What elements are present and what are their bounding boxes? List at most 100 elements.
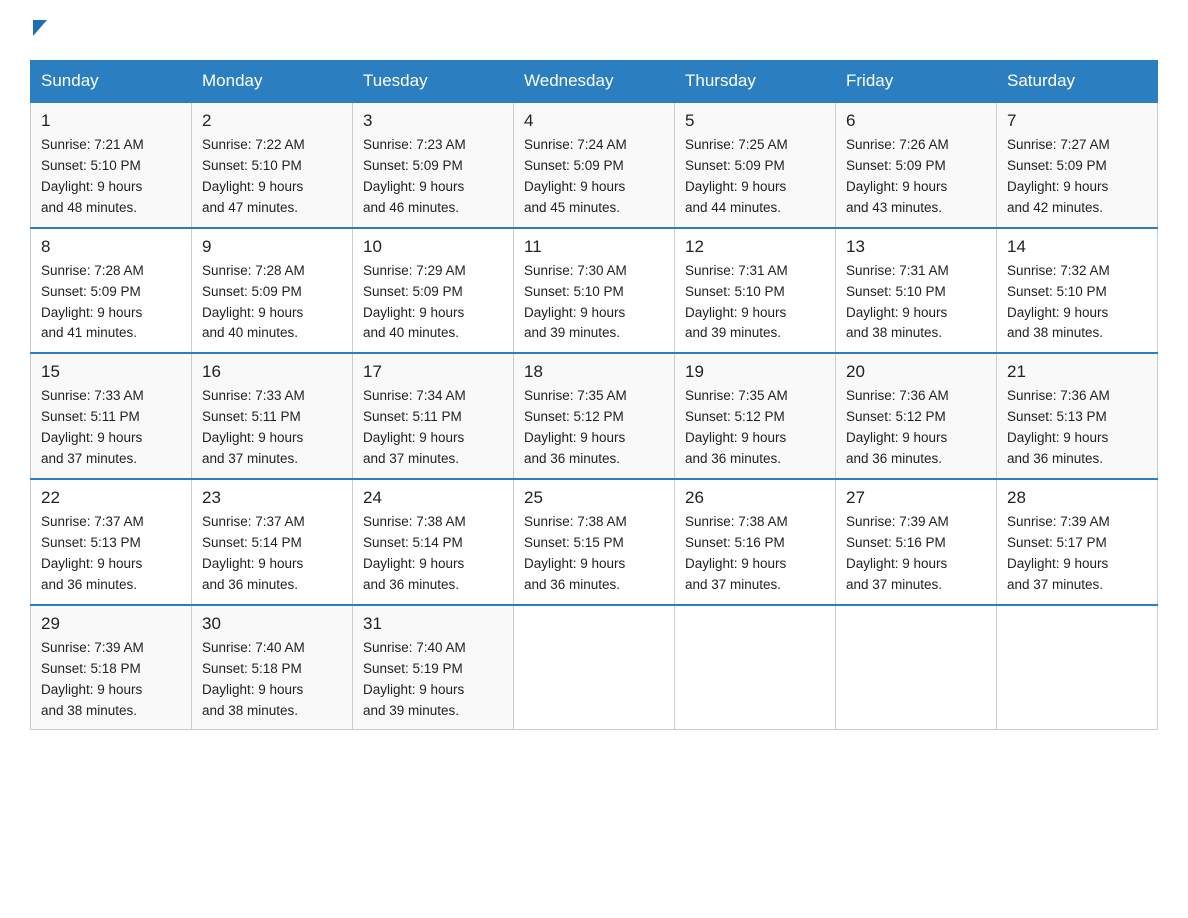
calendar-cell: 24 Sunrise: 7:38 AMSunset: 5:14 PMDayligh… — [353, 479, 514, 605]
calendar-cell: 16 Sunrise: 7:33 AMSunset: 5:11 PMDayligh… — [192, 353, 353, 479]
calendar-cell — [514, 605, 675, 730]
day-info: Sunrise: 7:35 AMSunset: 5:12 PMDaylight:… — [685, 386, 825, 470]
calendar-week-row: 8Sunrise: 7:28 AMSunset: 5:09 PMDaylight… — [31, 228, 1158, 354]
day-number: 20 — [846, 362, 986, 382]
day-number: 4 — [524, 111, 664, 131]
day-info: Sunrise: 7:35 AMSunset: 5:12 PMDaylight:… — [524, 386, 664, 470]
day-info: Sunrise: 7:33 AMSunset: 5:11 PMDaylight:… — [41, 386, 181, 470]
day-number: 7 — [1007, 111, 1147, 131]
day-number: 23 — [202, 488, 342, 508]
day-number: 11 — [524, 237, 664, 257]
calendar-body: 1 Sunrise: 7:21 AMSunset: 5:10 PMDaylight… — [31, 102, 1158, 730]
logo-arrow-icon — [33, 20, 47, 36]
day-info: Sunrise: 7:38 AMSunset: 5:14 PMDaylight:… — [363, 512, 503, 596]
calendar-cell: 8Sunrise: 7:28 AMSunset: 5:09 PMDaylight… — [31, 228, 192, 354]
day-info: Sunrise: 7:21 AMSunset: 5:10 PMDaylight:… — [41, 135, 181, 219]
day-info: Sunrise: 7:33 AMSunset: 5:11 PMDaylight:… — [202, 386, 342, 470]
day-info: Sunrise: 7:39 AMSunset: 5:18 PMDaylight:… — [41, 638, 181, 722]
day-info: Sunrise: 7:28 AMSunset: 5:09 PMDaylight:… — [202, 261, 342, 345]
calendar-cell: 14 Sunrise: 7:32 AMSunset: 5:10 PMDayligh… — [997, 228, 1158, 354]
day-info: Sunrise: 7:39 AMSunset: 5:16 PMDaylight:… — [846, 512, 986, 596]
header-cell-tuesday: Tuesday — [353, 61, 514, 103]
calendar-cell — [836, 605, 997, 730]
day-number: 26 — [685, 488, 825, 508]
day-info: Sunrise: 7:39 AMSunset: 5:17 PMDaylight:… — [1007, 512, 1147, 596]
header-cell-monday: Monday — [192, 61, 353, 103]
day-info: Sunrise: 7:29 AMSunset: 5:09 PMDaylight:… — [363, 261, 503, 345]
day-info: Sunrise: 7:28 AMSunset: 5:09 PMDaylight:… — [41, 261, 181, 345]
day-number: 1 — [41, 111, 181, 131]
day-number: 12 — [685, 237, 825, 257]
calendar-cell: 9 Sunrise: 7:28 AMSunset: 5:09 PMDaylight… — [192, 228, 353, 354]
calendar-week-row: 1 Sunrise: 7:21 AMSunset: 5:10 PMDaylight… — [31, 102, 1158, 228]
day-number: 6 — [846, 111, 986, 131]
calendar-cell: 23 Sunrise: 7:37 AMSunset: 5:14 PMDayligh… — [192, 479, 353, 605]
day-number: 15 — [41, 362, 181, 382]
day-number: 25 — [524, 488, 664, 508]
calendar-cell: 10 Sunrise: 7:29 AMSunset: 5:09 PMDayligh… — [353, 228, 514, 354]
day-info: Sunrise: 7:23 AMSunset: 5:09 PMDaylight:… — [363, 135, 503, 219]
logo — [30, 20, 47, 42]
header-cell-thursday: Thursday — [675, 61, 836, 103]
calendar-cell: 1 Sunrise: 7:21 AMSunset: 5:10 PMDaylight… — [31, 102, 192, 228]
calendar-cell — [675, 605, 836, 730]
day-number: 31 — [363, 614, 503, 634]
calendar-cell: 12 Sunrise: 7:31 AMSunset: 5:10 PMDayligh… — [675, 228, 836, 354]
day-info: Sunrise: 7:30 AMSunset: 5:10 PMDaylight:… — [524, 261, 664, 345]
day-info: Sunrise: 7:40 AMSunset: 5:18 PMDaylight:… — [202, 638, 342, 722]
day-number: 21 — [1007, 362, 1147, 382]
calendar-table: SundayMondayTuesdayWednesdayThursdayFrid… — [30, 60, 1158, 730]
day-info: Sunrise: 7:24 AMSunset: 5:09 PMDaylight:… — [524, 135, 664, 219]
day-number: 18 — [524, 362, 664, 382]
day-info: Sunrise: 7:31 AMSunset: 5:10 PMDaylight:… — [685, 261, 825, 345]
calendar-cell: 17Sunrise: 7:34 AMSunset: 5:11 PMDayligh… — [353, 353, 514, 479]
day-info: Sunrise: 7:38 AMSunset: 5:16 PMDaylight:… — [685, 512, 825, 596]
day-number: 22 — [41, 488, 181, 508]
day-number: 19 — [685, 362, 825, 382]
calendar-cell: 2 Sunrise: 7:22 AMSunset: 5:10 PMDaylight… — [192, 102, 353, 228]
header-cell-friday: Friday — [836, 61, 997, 103]
day-number: 16 — [202, 362, 342, 382]
calendar-cell: 19 Sunrise: 7:35 AMSunset: 5:12 PMDayligh… — [675, 353, 836, 479]
calendar-header: SundayMondayTuesdayWednesdayThursdayFrid… — [31, 61, 1158, 103]
day-number: 10 — [363, 237, 503, 257]
calendar-cell: 27 Sunrise: 7:39 AMSunset: 5:16 PMDayligh… — [836, 479, 997, 605]
calendar-cell — [997, 605, 1158, 730]
day-number: 13 — [846, 237, 986, 257]
day-info: Sunrise: 7:32 AMSunset: 5:10 PMDaylight:… — [1007, 261, 1147, 345]
calendar-cell: 21Sunrise: 7:36 AMSunset: 5:13 PMDayligh… — [997, 353, 1158, 479]
day-info: Sunrise: 7:27 AMSunset: 5:09 PMDaylight:… — [1007, 135, 1147, 219]
calendar-week-row: 22 Sunrise: 7:37 AMSunset: 5:13 PMDayligh… — [31, 479, 1158, 605]
day-info: Sunrise: 7:25 AMSunset: 5:09 PMDaylight:… — [685, 135, 825, 219]
calendar-cell: 31 Sunrise: 7:40 AMSunset: 5:19 PMDayligh… — [353, 605, 514, 730]
day-info: Sunrise: 7:22 AMSunset: 5:10 PMDaylight:… — [202, 135, 342, 219]
calendar-cell: 4 Sunrise: 7:24 AMSunset: 5:09 PMDaylight… — [514, 102, 675, 228]
header-cell-wednesday: Wednesday — [514, 61, 675, 103]
day-info: Sunrise: 7:37 AMSunset: 5:13 PMDaylight:… — [41, 512, 181, 596]
calendar-cell: 18 Sunrise: 7:35 AMSunset: 5:12 PMDayligh… — [514, 353, 675, 479]
day-number: 3 — [363, 111, 503, 131]
calendar-week-row: 29 Sunrise: 7:39 AMSunset: 5:18 PMDayligh… — [31, 605, 1158, 730]
calendar-cell: 29 Sunrise: 7:39 AMSunset: 5:18 PMDayligh… — [31, 605, 192, 730]
day-number: 2 — [202, 111, 342, 131]
calendar-cell: 26 Sunrise: 7:38 AMSunset: 5:16 PMDayligh… — [675, 479, 836, 605]
day-number: 9 — [202, 237, 342, 257]
calendar-cell: 25Sunrise: 7:38 AMSunset: 5:15 PMDayligh… — [514, 479, 675, 605]
day-number: 24 — [363, 488, 503, 508]
day-number: 14 — [1007, 237, 1147, 257]
calendar-cell: 20 Sunrise: 7:36 AMSunset: 5:12 PMDayligh… — [836, 353, 997, 479]
day-number: 27 — [846, 488, 986, 508]
day-number: 29 — [41, 614, 181, 634]
day-info: Sunrise: 7:31 AMSunset: 5:10 PMDaylight:… — [846, 261, 986, 345]
calendar-week-row: 15 Sunrise: 7:33 AMSunset: 5:11 PMDayligh… — [31, 353, 1158, 479]
calendar-cell: 3 Sunrise: 7:23 AMSunset: 5:09 PMDaylight… — [353, 102, 514, 228]
day-info: Sunrise: 7:37 AMSunset: 5:14 PMDaylight:… — [202, 512, 342, 596]
header-cell-sunday: Sunday — [31, 61, 192, 103]
day-info: Sunrise: 7:34 AMSunset: 5:11 PMDaylight:… — [363, 386, 503, 470]
day-number: 30 — [202, 614, 342, 634]
calendar-cell: 5Sunrise: 7:25 AMSunset: 5:09 PMDaylight… — [675, 102, 836, 228]
calendar-cell: 30 Sunrise: 7:40 AMSunset: 5:18 PMDayligh… — [192, 605, 353, 730]
day-info: Sunrise: 7:40 AMSunset: 5:19 PMDaylight:… — [363, 638, 503, 722]
day-info: Sunrise: 7:36 AMSunset: 5:12 PMDaylight:… — [846, 386, 986, 470]
header-cell-saturday: Saturday — [997, 61, 1158, 103]
